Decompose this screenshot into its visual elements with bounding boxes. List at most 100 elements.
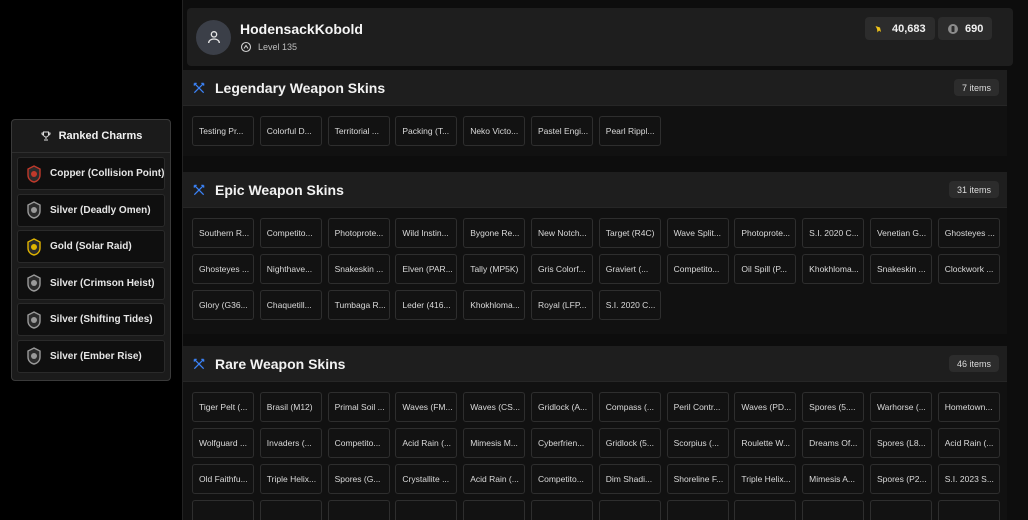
weapon-skin-item[interactable]: Southern R... [192, 218, 254, 248]
section-header[interactable]: Rare Weapon Skins 46 items [183, 346, 1007, 382]
weapon-skin-item[interactable]: Photoprote... [734, 218, 797, 248]
weapon-skin-item[interactable]: Colorful D... [259, 116, 322, 146]
weapon-skin-item[interactable]: Acid Rain (... [937, 428, 1000, 458]
weapon-skin-item[interactable]: Wave Split... [666, 218, 729, 248]
weapon-skin-item[interactable]: Pearl Rippl... [598, 116, 661, 146]
weapon-skin-item[interactable] [666, 500, 729, 520]
weapon-skin-item[interactable]: Primal Soil ... [327, 392, 390, 422]
weapon-skin-item[interactable]: Territorial ... [327, 116, 390, 146]
weapon-skin-item[interactable]: Waves (FM... [395, 392, 458, 422]
weapon-skin-item[interactable] [530, 500, 593, 520]
section-header[interactable]: Epic Weapon Skins 31 items [183, 172, 1007, 208]
avatar[interactable] [196, 19, 231, 55]
weapon-skin-item[interactable]: Nighthave... [259, 254, 322, 284]
weapon-skin-item[interactable]: Photoprote... [327, 218, 390, 248]
weapon-skin-item[interactable] [463, 500, 526, 520]
weapon-skin-item[interactable]: Graviert (... [598, 254, 661, 284]
weapon-skin-item[interactable]: Chaquetill... [259, 290, 322, 320]
weapon-skin-item[interactable]: Oil Spill (P... [734, 254, 797, 284]
weapon-skin-item[interactable]: S.I. 2020 C... [598, 290, 661, 320]
weapon-skin-item[interactable]: Dim Shadi... [598, 464, 661, 494]
weapon-skin-item[interactable]: S.I. 2020 C... [802, 218, 865, 248]
weapon-skin-item[interactable]: Ghosteyes ... [937, 218, 1000, 248]
weapon-skin-item[interactable]: Competito... [327, 428, 390, 458]
weapon-skin-item[interactable]: Dreams Of... [802, 428, 865, 458]
charm-item[interactable]: Silver (Crimson Heist) [17, 266, 165, 300]
weapon-skin-item[interactable]: Pastel Engi... [530, 116, 593, 146]
weapon-skin-item[interactable]: Crystallite ... [395, 464, 458, 494]
weapon-skin-item[interactable]: Khokhloma... [463, 290, 526, 320]
weapon-skin-item[interactable]: Hometown... [937, 392, 1000, 422]
weapon-skin-item[interactable]: Tally (MP5K) [463, 254, 526, 284]
weapon-skin-item[interactable]: Ghosteyes ... [192, 254, 254, 284]
weapon-skin-item[interactable] [869, 500, 932, 520]
weapon-skin-item[interactable]: Wild Instin... [395, 218, 458, 248]
weapon-skin-item[interactable]: Scorpius (... [666, 428, 729, 458]
weapon-skin-item[interactable]: Peril Contr... [666, 392, 729, 422]
weapon-skin-item[interactable]: Snakeskin ... [869, 254, 932, 284]
weapon-skin-item[interactable]: Spores (5.... [802, 392, 865, 422]
charm-label: Copper (Collision Point) [50, 168, 165, 179]
weapon-skin-item[interactable]: Acid Rain (... [395, 428, 458, 458]
weapon-skin-item[interactable]: Waves (CS... [463, 392, 526, 422]
ranked-charms-title: Ranked Charms [58, 130, 143, 142]
weapon-skin-item[interactable]: Packing (T... [395, 116, 458, 146]
weapon-skin-item[interactable] [395, 500, 458, 520]
charm-item[interactable]: Silver (Ember Rise) [17, 339, 165, 373]
weapon-skin-item[interactable] [259, 500, 322, 520]
weapon-skin-item[interactable] [598, 500, 661, 520]
weapon-skin-item[interactable]: Triple Helix... [734, 464, 797, 494]
section-header[interactable]: Legendary Weapon Skins 7 items [183, 70, 1007, 106]
weapon-skin-item[interactable] [327, 500, 390, 520]
weapon-skin-item[interactable]: Khokhloma... [802, 254, 865, 284]
weapon-skin-item[interactable]: Brasil (M12) [259, 392, 322, 422]
charm-item[interactable]: Silver (Deadly Omen) [17, 193, 165, 227]
weapon-skin-item[interactable] [192, 500, 254, 520]
weapon-skin-item[interactable]: Elven (PAR... [395, 254, 458, 284]
weapon-skin-item[interactable]: Shoreline F... [666, 464, 729, 494]
credits-balance[interactable]: 690 [938, 17, 993, 40]
weapon-skin-item[interactable]: S.I. 2023 S... [937, 464, 1000, 494]
weapon-skin-item[interactable]: Neko Victo... [463, 116, 526, 146]
weapon-skin-item[interactable]: Cyberfrien... [530, 428, 593, 458]
weapon-skin-item[interactable]: Competito... [530, 464, 593, 494]
weapon-skin-item[interactable]: Wolfguard ... [192, 428, 254, 458]
weapon-skin-item[interactable]: Tiger Pelt (... [192, 392, 254, 422]
weapon-skin-item[interactable]: Acid Rain (... [463, 464, 526, 494]
weapon-skin-item[interactable]: New Notch... [530, 218, 593, 248]
weapon-skin-item[interactable]: Tumbaga R... [327, 290, 390, 320]
weapon-skin-item[interactable]: Compass (... [598, 392, 661, 422]
weapon-skin-item[interactable] [802, 500, 865, 520]
weapon-skin-item[interactable]: Spores (G... [327, 464, 390, 494]
weapon-skin-item[interactable] [734, 500, 797, 520]
weapon-skin-item[interactable]: Mimesis A... [802, 464, 865, 494]
weapon-skin-item[interactable]: Competito... [259, 218, 322, 248]
weapon-skin-item[interactable]: Gris Colorf... [530, 254, 593, 284]
charm-item[interactable]: Gold (Solar Raid) [17, 230, 165, 264]
weapon-skin-item[interactable]: Glory (G36... [192, 290, 254, 320]
weapon-skin-item[interactable]: Snakeskin ... [327, 254, 390, 284]
weapon-skin-item[interactable]: Old Faithfu... [192, 464, 254, 494]
weapon-skin-item[interactable]: Competito... [666, 254, 729, 284]
weapon-skin-item[interactable]: Triple Helix... [259, 464, 322, 494]
weapon-skin-item[interactable]: Leder (416... [395, 290, 458, 320]
weapon-skin-item[interactable]: Clockwork ... [937, 254, 1000, 284]
weapon-skin-item[interactable]: Waves (PD... [734, 392, 797, 422]
weapon-skin-item[interactable]: Mimesis M... [463, 428, 526, 458]
renown-balance[interactable]: 40,683 [865, 17, 935, 40]
weapon-skin-item[interactable]: Invaders (... [259, 428, 322, 458]
weapon-skin-item[interactable]: Royal (LFP... [530, 290, 593, 320]
weapon-skin-item[interactable]: Testing Pr... [192, 116, 254, 146]
charm-item[interactable]: Silver (Shifting Tides) [17, 303, 165, 337]
weapon-skin-item[interactable]: Roulette W... [734, 428, 797, 458]
weapon-skin-item[interactable] [937, 500, 1000, 520]
weapon-skin-item[interactable]: Spores (P2... [869, 464, 932, 494]
weapon-skin-item[interactable]: Bygone Re... [463, 218, 526, 248]
weapon-skin-item[interactable]: Venetian G... [869, 218, 932, 248]
weapon-skin-item[interactable]: Gridlock (5... [598, 428, 661, 458]
weapon-skin-item[interactable]: Warhorse (... [869, 392, 932, 422]
weapon-skin-item[interactable]: Gridlock (A... [530, 392, 593, 422]
charm-item[interactable]: Copper (Collision Point) [17, 157, 165, 190]
weapon-skin-item[interactable]: Target (R4C) [598, 218, 661, 248]
weapon-skin-item[interactable]: Spores (L8... [869, 428, 932, 458]
